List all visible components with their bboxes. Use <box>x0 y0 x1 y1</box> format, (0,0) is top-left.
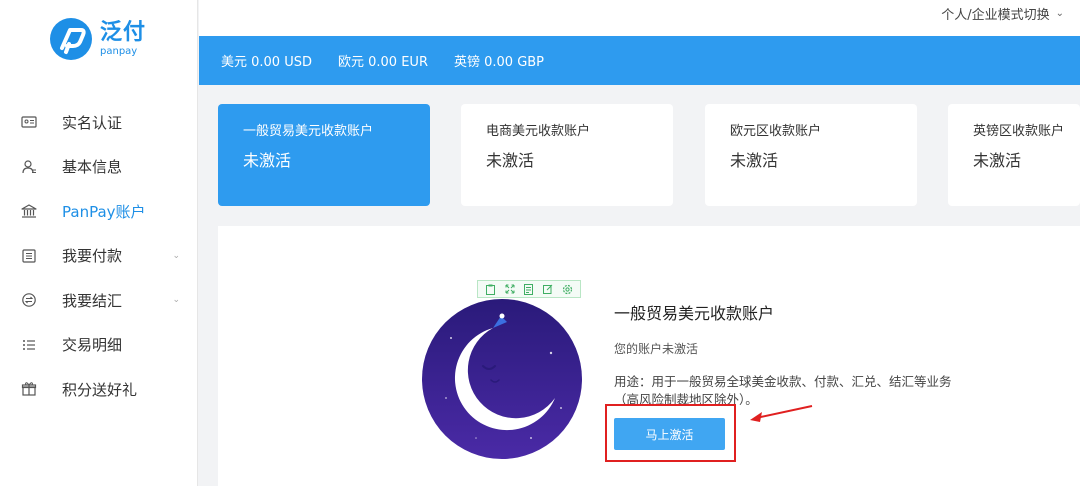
top-bar: 个人/企业模式切换 ⌄ <box>199 0 1080 36</box>
mode-switch-dropdown[interactable]: 个人/企业模式切换 ⌄ <box>941 4 1064 23</box>
brand-name-en: panpay <box>100 45 138 57</box>
user-icon <box>20 158 38 176</box>
account-card-general-trade-usd[interactable]: 一般贸易美元收款账户 未激活 <box>218 104 430 206</box>
brand-name-cn: 泛付 <box>100 19 147 45</box>
activate-now-button[interactable]: 马上激活 <box>614 418 725 450</box>
sleeping-moon-illustration <box>421 298 583 460</box>
sidebar-item-transactions[interactable]: 交易明细 <box>0 323 198 368</box>
account-card-title: 一般贸易美元收款账户 <box>243 124 374 139</box>
account-card-eur[interactable]: 欧元区收款账户 未激活 <box>705 104 917 206</box>
sidebar-item-label: 基本信息 <box>62 158 123 177</box>
sidebar: 泛付 panpay 实名认证 基本信息 PanPay账户 我要付款 ⌄ 我要结汇… <box>0 0 198 486</box>
account-card-gbp[interactable]: 英镑区收款账户 未激活 <box>948 104 1080 206</box>
panpay-logo-icon <box>50 18 92 60</box>
chevron-down-icon[interactable]: ⌄ <box>172 251 180 261</box>
sidebar-item-label: 我要结汇 <box>62 291 123 310</box>
clipboard-icon[interactable] <box>485 283 497 295</box>
balance-usd: 美元 0.00 USD <box>221 55 312 70</box>
account-card-status: 未激活 <box>486 151 535 170</box>
sidebar-item-rewards[interactable]: 积分送好礼 <box>0 367 198 412</box>
account-card-ecommerce-usd[interactable]: 电商美元收款账户 未激活 <box>461 104 673 206</box>
bank-icon <box>20 202 38 220</box>
sidebar-item-label: 实名认证 <box>62 113 123 132</box>
account-detail-title: 一般贸易美元收款账户 <box>614 304 775 323</box>
account-card-title: 电商美元收款账户 <box>486 124 591 139</box>
image-toolbar <box>477 280 581 298</box>
sidebar-item-label: PanPay账户 <box>62 202 146 221</box>
sidebar-item-label: 积分送好礼 <box>62 380 138 399</box>
gift-icon <box>20 380 38 398</box>
account-detail-status: 您的账户未激活 <box>614 342 699 356</box>
account-card-status: 未激活 <box>730 151 779 170</box>
sidebar-item-label: 交易明细 <box>62 336 123 355</box>
list-icon <box>20 336 38 354</box>
chevron-down-icon: ⌄ <box>1055 8 1064 19</box>
payment-icon <box>20 247 38 265</box>
account-card-status: 未激活 <box>973 151 1022 170</box>
exchange-icon <box>20 291 38 309</box>
sidebar-item-panpay-account[interactable]: PanPay账户 <box>0 189 198 234</box>
edit-icon[interactable] <box>542 283 554 295</box>
panpay-logo[interactable]: 泛付 panpay <box>50 16 180 62</box>
expand-icon[interactable] <box>504 283 516 295</box>
sidebar-item-label: 我要付款 <box>62 247 123 266</box>
chevron-down-icon[interactable]: ⌄ <box>172 295 180 305</box>
balance-gbp: 英镑 0.00 GBP <box>453 55 545 70</box>
balance-bar: 美元 0.00 USD 欧元 0.00 EUR 英镑 0.00 GBP <box>199 36 1080 85</box>
settings-icon[interactable] <box>561 283 573 295</box>
mode-switch-label: 个人/企业模式切换 <box>941 8 1050 23</box>
sidebar-item-basic-info[interactable]: 基本信息 <box>0 145 198 190</box>
document-icon[interactable] <box>523 283 535 295</box>
account-info: 一般贸易美元收款账户 您的账户未激活 用途：用于一般贸易全球美金收款、付款、汇兑… <box>614 300 994 409</box>
account-card-title: 英镑区收款账户 <box>973 124 1065 139</box>
sidebar-item-payment[interactable]: 我要付款 ⌄ <box>0 234 198 279</box>
balance-eur: 欧元 0.00 EUR <box>338 55 428 70</box>
account-cards: 一般贸易美元收款账户 未激活 电商美元收款账户 未激活 欧元区收款账户 未激活 … <box>218 104 1080 206</box>
red-arrow-annotation <box>750 405 813 422</box>
sidebar-item-settlement[interactable]: 我要结汇 ⌄ <box>0 278 198 323</box>
id-card-icon <box>20 113 38 131</box>
account-card-status: 未激活 <box>243 151 292 170</box>
account-card-title: 欧元区收款账户 <box>730 124 822 139</box>
sidebar-nav: 实名认证 基本信息 PanPay账户 我要付款 ⌄ 我要结汇 ⌄ 交易明细 积分… <box>0 100 198 412</box>
sidebar-item-verification[interactable]: 实名认证 <box>0 100 198 145</box>
